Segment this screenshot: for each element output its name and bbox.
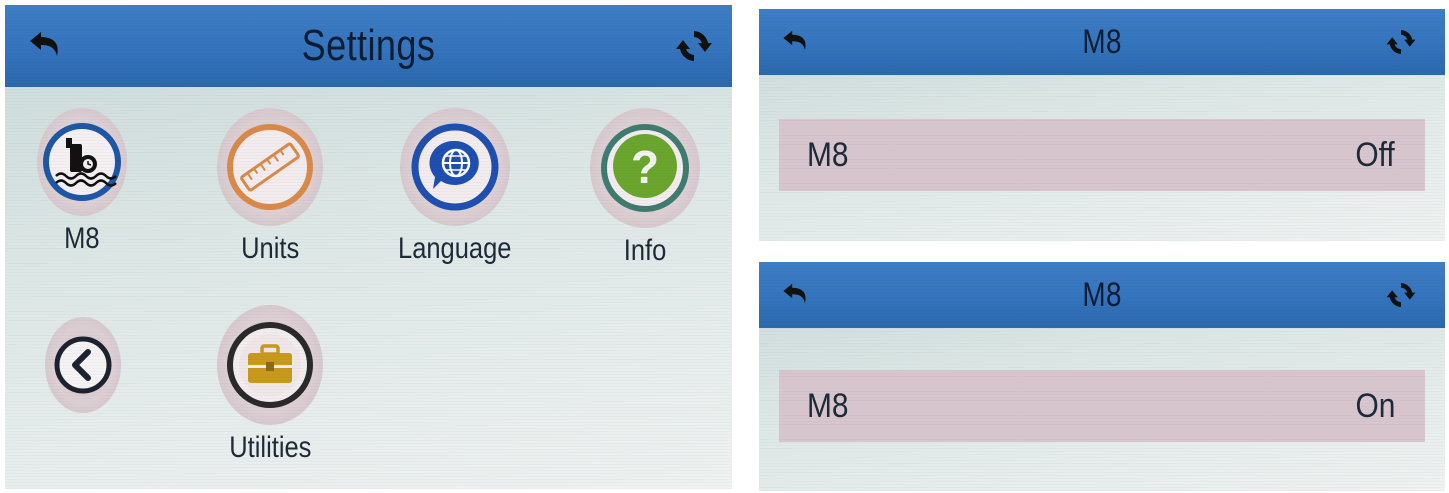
menu-label-language: Language	[398, 232, 512, 265]
m8-setting-label: M8	[807, 135, 849, 174]
refresh-icon[interactable]	[1385, 279, 1417, 311]
m8-icon-halo	[37, 108, 127, 216]
settings-titlebar: Settings	[5, 5, 732, 87]
units-icon-halo	[217, 108, 323, 226]
page-title: Settings	[301, 21, 436, 70]
question-icon: ?	[601, 124, 689, 212]
previous-icon-halo	[45, 317, 121, 413]
settings-screen: Settings M8 Units Language ? Info Utilit…	[5, 5, 732, 489]
utilities-icon-halo	[217, 305, 323, 425]
m8-setting-value: On	[1355, 386, 1395, 425]
menu-item-info[interactable]: ? Info	[590, 108, 700, 268]
m8-on-titlebar: M8	[759, 262, 1445, 328]
menu-label-utilities: Utilities	[228, 431, 312, 464]
chevron-left-icon	[54, 336, 112, 394]
back-arrow-icon[interactable]	[781, 279, 813, 311]
globe-chat-icon	[411, 123, 499, 211]
refresh-icon[interactable]	[674, 26, 714, 66]
back-arrow-icon[interactable]	[27, 26, 67, 66]
page-title: M8	[1082, 275, 1122, 314]
menu-item-language[interactable]: Language	[390, 108, 520, 266]
svg-text:?: ?	[631, 141, 659, 193]
m8-setting-row[interactable]: M8 Off	[779, 119, 1425, 191]
menu-item-previous-page[interactable]	[45, 317, 121, 413]
menu-item-units[interactable]: Units	[215, 108, 325, 266]
page-title: M8	[1082, 22, 1122, 61]
pump-clock-icon	[43, 123, 121, 201]
info-icon-halo: ?	[590, 108, 700, 228]
m8-setting-row[interactable]: M8 On	[779, 370, 1425, 442]
m8-setting-value: Off	[1355, 135, 1395, 174]
m8-off-titlebar: M8	[759, 9, 1445, 75]
menu-label-m8: M8	[64, 222, 100, 255]
menu-label-units: Units	[240, 232, 300, 265]
m8-setting-label: M8	[807, 386, 849, 425]
m8-screen-on: M8 M8 On	[759, 262, 1445, 491]
menu-item-utilities[interactable]: Utilities	[210, 305, 330, 465]
m8-screen-off: M8 M8 Off	[759, 9, 1445, 241]
menu-label-info: Info	[623, 234, 667, 267]
back-arrow-icon[interactable]	[781, 26, 813, 58]
menu-item-m8[interactable]: M8	[37, 108, 127, 256]
refresh-icon[interactable]	[1385, 26, 1417, 58]
language-icon-halo	[400, 108, 510, 226]
toolbox-icon	[227, 322, 313, 408]
ruler-icon	[227, 124, 313, 210]
